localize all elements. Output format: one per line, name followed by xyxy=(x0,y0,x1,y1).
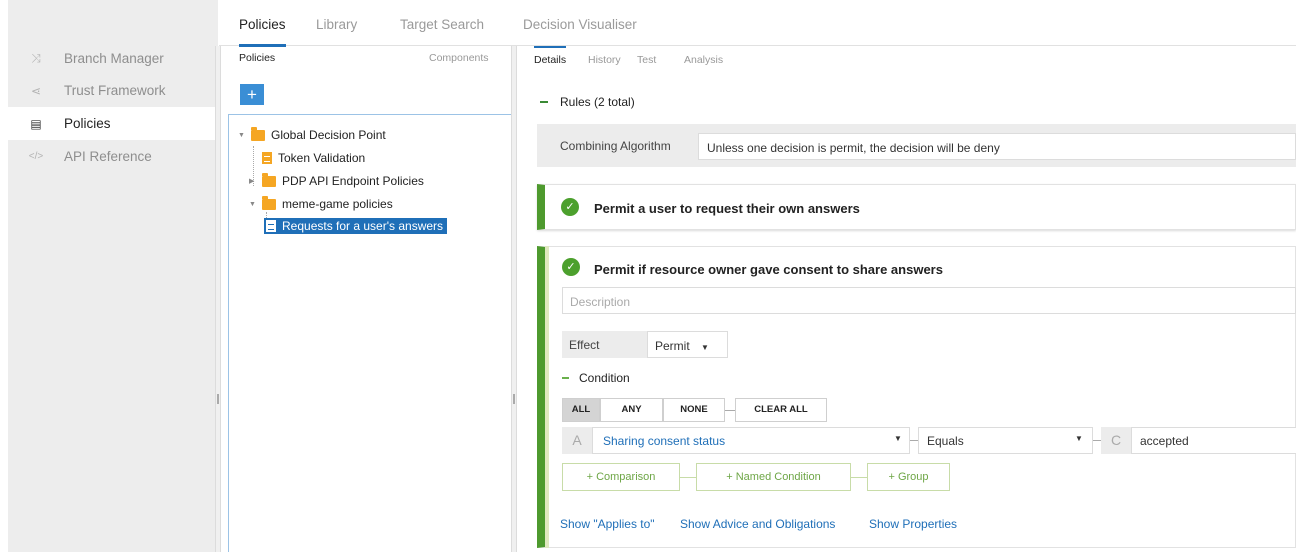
connector-line xyxy=(725,410,735,411)
tab-target-search[interactable]: Target Search xyxy=(400,17,484,32)
check-circle-icon: ✓ xyxy=(561,198,579,216)
policy-doc-icon xyxy=(262,152,272,164)
show-properties-link[interactable]: Show Properties xyxy=(869,517,957,531)
add-comparison-button[interactable]: + Comparison xyxy=(562,463,680,491)
subtab-components[interactable]: Components xyxy=(429,52,489,64)
combining-algorithm-label: Combining Algorithm xyxy=(560,139,671,153)
sidebar-item-label: Trust Framework xyxy=(64,83,166,98)
tree-node-requests-for-users-answers[interactable]: Requests for a user's answers xyxy=(264,218,448,234)
branch-icon: ⤨ xyxy=(31,51,41,65)
connector-line xyxy=(910,440,918,441)
chevron-down-icon: ▼ xyxy=(894,434,902,443)
connector-line xyxy=(680,477,696,478)
attribute-value: Sharing consent status xyxy=(603,434,726,448)
collapse-icon[interactable] xyxy=(562,377,569,379)
tree-node-meme-game-policies[interactable]: ▼ meme-game policies xyxy=(249,195,393,211)
operand-c-label: C xyxy=(1101,427,1131,454)
add-named-condition-button[interactable]: + Named Condition xyxy=(696,463,851,491)
tree-node-label: Token Validation xyxy=(278,151,366,165)
sidebar-item-label: Branch Manager xyxy=(64,51,164,66)
combining-algorithm-row: Combining Algorithm Unless one decision … xyxy=(537,124,1296,167)
effect-label: Effect xyxy=(562,331,647,358)
folder-icon xyxy=(262,195,276,210)
tab-history[interactable]: History xyxy=(588,54,621,66)
logic-all-button[interactable]: ALL xyxy=(562,398,600,422)
connector-line xyxy=(1093,440,1101,441)
tab-policies[interactable]: Policies xyxy=(239,17,286,47)
tab-analysis[interactable]: Analysis xyxy=(684,54,723,66)
show-applies-to-link[interactable]: Show "Applies to" xyxy=(560,517,655,531)
collapse-icon[interactable] xyxy=(540,101,548,103)
folder-icon xyxy=(251,126,265,141)
logic-none-button[interactable]: NONE xyxy=(663,398,725,422)
add-group-button[interactable]: + Group xyxy=(867,463,950,491)
tab-details[interactable]: Details xyxy=(534,46,567,66)
splitter-grip[interactable] xyxy=(217,394,219,404)
sidebar-item-label: API Reference xyxy=(64,149,152,164)
panel-splitter[interactable] xyxy=(511,46,517,552)
chevron-down-icon: ▼ xyxy=(1075,434,1083,443)
rules-count-label: Rules (2 total) xyxy=(560,95,635,109)
sidebar-item-label: Policies xyxy=(64,116,111,131)
sidebar-item-trust-framework[interactable]: ⋖ Trust Framework xyxy=(8,74,218,107)
tab-decision-visualiser[interactable]: Decision Visualiser xyxy=(523,17,637,32)
share-icon: ⋖ xyxy=(30,83,42,98)
top-tab-bar: Policies Library Target Search Decision … xyxy=(219,0,1296,47)
document-icon: ▤ xyxy=(30,116,42,131)
rule-title: Permit a user to request their own answe… xyxy=(594,201,860,216)
tree-node-label: Requests for a user's answers xyxy=(282,219,444,233)
collapse-arrow-icon[interactable]: ▶ xyxy=(249,177,259,185)
sidebar-splitter[interactable] xyxy=(215,46,221,552)
comparison-value: accepted xyxy=(1140,434,1189,448)
effect-value: Permit xyxy=(655,339,690,353)
description-input[interactable]: Description xyxy=(562,287,1296,314)
tab-library[interactable]: Library xyxy=(316,17,357,32)
expand-arrow-icon[interactable]: ▼ xyxy=(238,132,248,139)
combining-algorithm-select[interactable]: Unless one decision is permit, the decis… xyxy=(698,133,1296,160)
tab-test[interactable]: Test xyxy=(637,54,656,66)
tree-node-label: Global Decision Point xyxy=(271,128,386,142)
operand-a-label: A xyxy=(562,427,592,454)
condition-header[interactable]: Condition xyxy=(562,371,630,385)
effect-select[interactable]: Permit ▼ xyxy=(647,331,728,358)
subtab-policies[interactable]: Policies xyxy=(239,45,276,64)
tree-node-token-validation[interactable]: Token Validation xyxy=(262,151,365,165)
check-circle-icon: ✓ xyxy=(562,258,580,276)
clear-all-button[interactable]: CLEAR ALL xyxy=(735,398,827,422)
logic-any-button[interactable]: ANY xyxy=(600,398,663,422)
sidebar: ⤨ Branch Manager ⋖ Trust Framework ▤ Pol… xyxy=(8,0,218,552)
show-advice-obligations-link[interactable]: Show Advice and Obligations xyxy=(680,517,835,531)
drag-handle-icon[interactable] xyxy=(537,202,541,206)
expand-arrow-icon[interactable]: ▼ xyxy=(249,201,259,208)
connector-line xyxy=(851,477,867,478)
sidebar-item-branch-manager[interactable]: ⤨ Branch Manager xyxy=(8,42,218,75)
condition-label: Condition xyxy=(579,371,630,385)
rules-header[interactable]: Rules (2 total) xyxy=(540,95,635,109)
rule-card-1[interactable]: ✓ Permit a user to request their own ans… xyxy=(537,184,1296,230)
sidebar-item-policies[interactable]: ▤ Policies xyxy=(8,107,218,140)
tree-node-global-decision-point[interactable]: ▼ Global Decision Point xyxy=(238,126,386,142)
tree-node-label: meme-game policies xyxy=(282,197,393,211)
tree-node-label: PDP API Endpoint Policies xyxy=(282,174,424,188)
add-policy-button[interactable]: + xyxy=(240,84,264,105)
rule-title[interactable]: Permit if resource owner gave consent to… xyxy=(594,262,943,277)
tree-node-pdp-api-endpoint-policies[interactable]: ▶ PDP API Endpoint Policies xyxy=(249,172,424,188)
code-icon: </> xyxy=(28,151,44,162)
operator-value: Equals xyxy=(927,434,964,448)
policy-doc-icon xyxy=(266,220,276,232)
chevron-down-icon: ▼ xyxy=(701,343,709,352)
sidebar-item-api-reference[interactable]: </> API Reference xyxy=(8,140,218,173)
splitter-grip[interactable] xyxy=(513,394,515,404)
rule-edge-bar xyxy=(545,246,549,548)
folder-icon xyxy=(262,172,276,187)
